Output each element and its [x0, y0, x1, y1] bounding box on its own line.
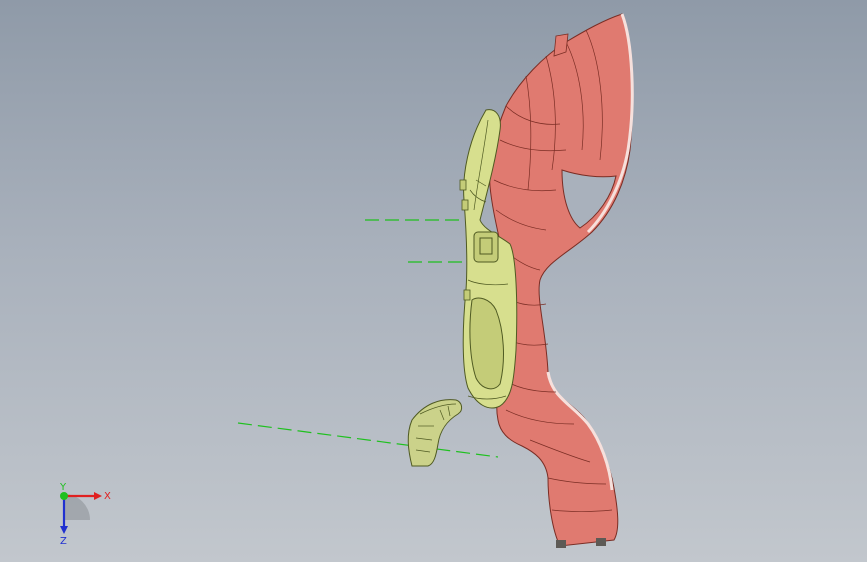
- inner-panel-handle-pocket[interactable]: [473, 231, 499, 263]
- guide-lines: [237, 219, 499, 458]
- guide-line-lower: [237, 422, 499, 458]
- small-bracket-part[interactable]: [407, 399, 463, 467]
- y-axis-label: Y: [59, 482, 67, 493]
- cad-scene[interactable]: [0, 0, 867, 562]
- x-axis-label: X: [104, 491, 111, 502]
- axis-triad[interactable]: X Z Y: [44, 482, 124, 552]
- main-trim-foot-right: [596, 538, 606, 546]
- main-trim-foot-left: [556, 540, 566, 548]
- x-axis-arrow: [94, 492, 102, 500]
- z-axis-arrow: [60, 526, 68, 534]
- small-bracket-body[interactable]: [407, 399, 463, 467]
- triad-shadow: [64, 494, 90, 520]
- cad-viewport[interactable]: X Z Y: [0, 0, 867, 562]
- z-axis-label: Z: [60, 536, 67, 547]
- y-axis-dot: [60, 492, 68, 500]
